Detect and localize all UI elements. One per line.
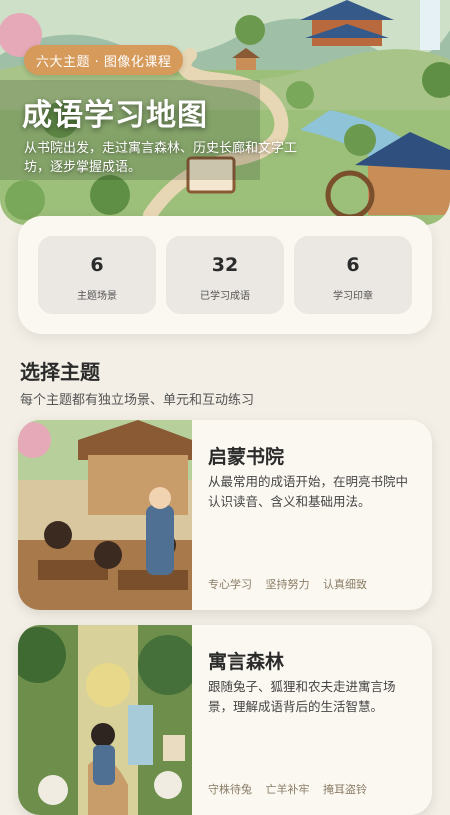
- stat-seals: 6 学习印章: [294, 236, 412, 314]
- topic-tag: 坚持努力: [265, 578, 310, 591]
- topic-card-fable-forest[interactable]: 寓言森林 跟随兔子、狐狸和农夫走进寓言场景，理解成语背后的生活智慧。 守株待兔 …: [18, 625, 432, 815]
- stat-label: 主题场景: [77, 291, 117, 302]
- stat-value: 6: [346, 254, 360, 276]
- course-badge: 六大主题 · 图像化课程: [24, 45, 184, 75]
- section-subtitle: 每个主题都有独立场景、单元和互动练习: [20, 393, 255, 408]
- stat-value: 6: [90, 254, 104, 276]
- page-title: 成语学习地图: [22, 98, 208, 133]
- stats-panel: 6 主题场景 32 已学习成语 6 学习印章: [18, 216, 432, 334]
- topic-tags: 守株待兔 亡羊补牢 掩耳盗铃: [208, 781, 377, 797]
- stat-label: 已学习成语: [200, 291, 250, 302]
- stat-label: 学习印章: [333, 291, 373, 302]
- forest-illustration: [18, 625, 192, 815]
- page-subtitle: 从书院出发，走过寓言森林、历史长廊和文字工坊，逐步掌握成语。: [24, 141, 298, 175]
- topic-tag: 专心学习: [208, 578, 252, 591]
- topic-tag: 认真细致: [323, 578, 367, 591]
- topic-description: 从最常用的成语开始，在明亮书院中认识读音、含义和基础用法。: [208, 474, 409, 509]
- topic-tag: 掩耳盗铃: [323, 783, 367, 796]
- section-title: 选择主题: [20, 360, 100, 384]
- stat-scenes: 6 主题场景: [38, 236, 156, 314]
- stat-learned-idioms: 32 已学习成语: [166, 236, 284, 314]
- topic-tag: 守株待兔: [208, 783, 252, 796]
- topic-card-academy[interactable]: 启蒙书院 从最常用的成语开始，在明亮书院中认识读音、含义和基础用法。 专心学习 …: [18, 420, 432, 610]
- topic-title: 寓言森林: [208, 651, 285, 673]
- stat-value: 32: [211, 254, 239, 276]
- topic-tags: 专心学习 坚持努力 认真细致: [208, 576, 377, 592]
- topic-title: 启蒙书院: [208, 446, 285, 468]
- academy-illustration: [18, 420, 192, 610]
- hero-banner: 六大主题 · 图像化课程 成语学习地图 从书院出发，走过寓言森林、历史长廊和文字…: [0, 0, 450, 225]
- topic-description: 跟随兔子、狐狸和农夫走进寓言场景，理解成语背后的生活智慧。: [208, 679, 396, 714]
- topic-tag: 亡羊补牢: [265, 783, 310, 796]
